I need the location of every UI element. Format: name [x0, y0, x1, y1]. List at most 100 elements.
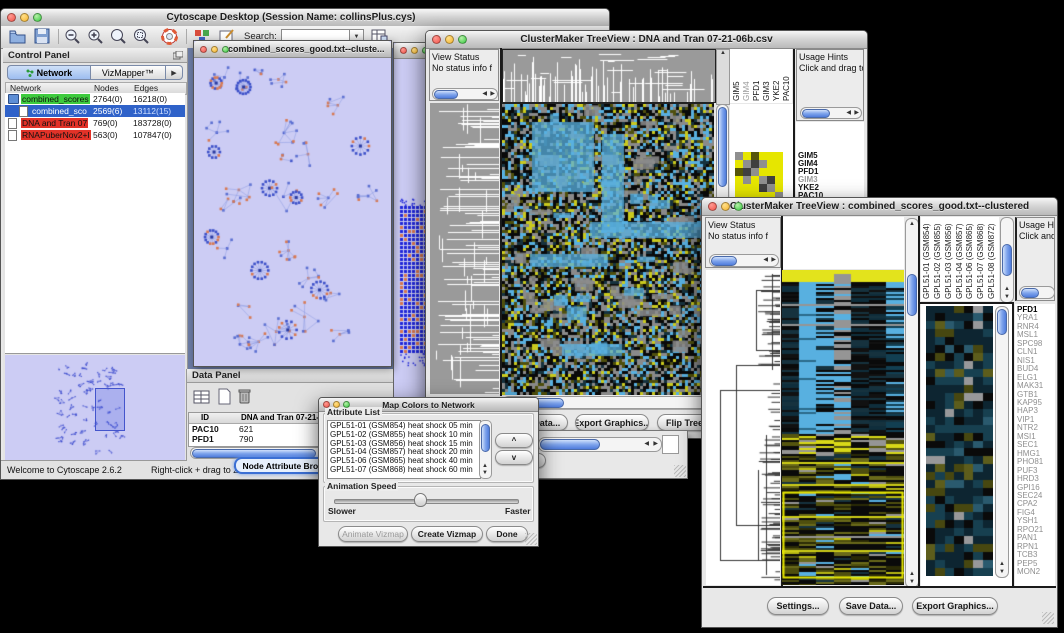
window-controls[interactable] [200, 46, 229, 53]
gene-label[interactable]: MON2 [1017, 568, 1043, 576]
tv2-col-label[interactable]: GPL51-02 (GSM855) [933, 219, 944, 299]
minimize-icon[interactable] [20, 13, 29, 22]
attribute-item[interactable]: GPL51-07 (GSM868) heat shock 60 min [330, 466, 480, 475]
tv2-usage-hscrollbar[interactable] [1019, 286, 1055, 299]
table-mode-icon[interactable] [193, 389, 211, 405]
close-icon[interactable] [200, 46, 207, 53]
similarity-matrix[interactable] [735, 152, 783, 200]
animate-vizmap-button[interactable]: Animate Vizmap [338, 526, 408, 542]
move-up-button[interactable]: ^ [495, 433, 533, 448]
network2-hscrollbar[interactable]: ◀▶ [538, 437, 662, 452]
network-list-row[interactable]: DNA and Tran 07 769(0) 183728(0) [5, 117, 185, 129]
tv1-col-label[interactable]: YKE2 [772, 53, 781, 101]
col-network[interactable]: Network [10, 83, 41, 93]
tv1-column-dendrogram[interactable] [502, 49, 716, 103]
tv1-col-label[interactable]: GIM3 [762, 53, 771, 101]
tv2-col-label[interactable]: GPL51-01 (GSM854) [922, 219, 933, 299]
attr-col-id[interactable]: ID [201, 413, 209, 422]
attribute-row[interactable]: PAC10 621 [189, 424, 325, 434]
col-edges[interactable]: Edges [134, 83, 158, 93]
zoom-window-icon[interactable] [222, 46, 229, 53]
zoom-window-icon[interactable] [734, 202, 743, 211]
attribute-list-vscrollbar[interactable]: ▲▼ [479, 420, 492, 479]
tv2-col-label[interactable]: GPL51-06 (GSM865) [965, 219, 976, 299]
network-list-row[interactable]: combined_sco 2569(6) 13112(15) [5, 105, 185, 117]
done-button[interactable]: Done [486, 526, 528, 542]
zoom-window-icon[interactable] [33, 13, 42, 22]
zoom-window-icon[interactable] [458, 35, 467, 44]
close-icon[interactable] [708, 202, 717, 211]
create-vizmap-button[interactable]: Create Vizmap [411, 526, 483, 542]
attribute-item[interactable]: GPL51-04 (GSM857) heat shock 20 min [330, 448, 480, 457]
tv2-labels-vscrollbar[interactable]: ▲▼ [1000, 217, 1014, 303]
tv2-col-label[interactable]: GPL51-03 (GSM856) [944, 219, 955, 299]
speed-slider-thumb[interactable] [414, 493, 427, 507]
float-panel-icon[interactable] [173, 51, 183, 60]
tv2-status-hscrollbar[interactable]: ◀▶ [709, 254, 779, 267]
delete-attribute-icon[interactable] [237, 387, 252, 405]
close-icon[interactable] [400, 47, 407, 54]
save-icon[interactable] [34, 28, 50, 44]
close-icon[interactable] [7, 13, 16, 22]
minimize-icon[interactable] [211, 46, 218, 53]
minimize-icon[interactable] [411, 47, 418, 54]
birdseye-viewport[interactable] [95, 388, 125, 431]
settings-button[interactable]: Settings... [767, 597, 829, 615]
network1-canvas[interactable] [194, 57, 389, 364]
tv1-col-label[interactable]: PFD1 [752, 53, 761, 101]
zoom-fit-icon[interactable] [110, 28, 127, 45]
resize-grip[interactable] [525, 533, 537, 545]
window-controls[interactable] [7, 13, 42, 22]
zoom-selected-icon[interactable] [133, 28, 150, 45]
attribute-row[interactable]: PFD1 790 [189, 434, 325, 444]
zoom-in-icon[interactable] [87, 28, 104, 45]
open-file-icon[interactable] [9, 29, 26, 44]
tv1-usage-hscrollbar[interactable]: ◀▶ [800, 107, 862, 119]
tab-vizmapper[interactable]: VizMapper™ [91, 65, 166, 80]
attribute-item[interactable]: GPL51-03 (GSM856) heat shock 15 min [330, 440, 480, 449]
tv1-row-dendrogram[interactable] [430, 103, 499, 394]
minimize-icon[interactable] [445, 35, 454, 44]
zoom-out-icon[interactable] [64, 28, 81, 45]
close-icon[interactable] [323, 401, 330, 408]
new-attribute-icon[interactable] [217, 388, 232, 405]
network-list-row[interactable]: combined_scores 2764(0) 16218(0) [5, 93, 185, 105]
tv2-heatmap-canvas[interactable] [782, 270, 904, 585]
tv2-zoom-heatmap-canvas[interactable] [926, 306, 993, 576]
resize-grip[interactable] [1042, 612, 1054, 624]
tv1-col-label[interactable]: GIM4 [742, 53, 751, 101]
treeview2-title-bar[interactable]: ClusterMaker TreeView : combined_scores_… [702, 198, 1057, 216]
tv1-col-label[interactable]: PAC10 [782, 53, 790, 101]
treeview1-title-bar[interactable]: ClusterMaker TreeView : DNA and Tran 07-… [426, 31, 867, 49]
window-controls[interactable] [432, 35, 467, 44]
zoom-window-icon[interactable] [343, 401, 350, 408]
minimize-icon[interactable] [333, 401, 340, 408]
tab-network[interactable]: Network [7, 65, 91, 80]
close-icon[interactable] [432, 35, 441, 44]
tab-overflow-button[interactable]: ▶ [166, 65, 183, 80]
move-down-button[interactable]: v [495, 450, 533, 465]
attribute-item[interactable]: GPL51-02 (GSM855) heat shock 10 min [330, 431, 480, 440]
tv2-heatmap-vscrollbar[interactable]: ▲ ▲▼ [905, 218, 919, 588]
tv1-status-hscrollbar[interactable]: ◀▶ [432, 88, 498, 100]
col-nodes[interactable]: Nodes [94, 83, 119, 93]
help-lifering-icon[interactable] [161, 28, 178, 45]
birdseye-panel[interactable] [5, 355, 185, 465]
tv2-col-label[interactable]: GPL51-07 (GSM868) [976, 219, 987, 299]
tv1-col-label[interactable]: GIM5 [732, 53, 741, 101]
attribute-item[interactable]: GPL51-06 (GSM865) heat shock 40 min [330, 457, 480, 466]
tv2-zoom-vscrollbar[interactable]: ▲▼ [995, 306, 1009, 578]
attribute-item[interactable]: GPL51-01 (GSM854) heat shock 05 min [330, 422, 480, 431]
minimize-icon[interactable] [721, 202, 730, 211]
main-title-bar[interactable]: Cytoscape Desktop (Session Name: collins… [1, 9, 609, 27]
window-controls[interactable] [708, 202, 743, 211]
export-graphics-button[interactable]: Export Graphics... [575, 414, 649, 431]
window-controls[interactable] [323, 401, 350, 408]
tv2-col-label[interactable]: GPL51-08 (GSM872) [987, 219, 998, 299]
resize-grip[interactable] [674, 465, 686, 477]
attribute-listbox[interactable]: GPL51-01 (GSM854) heat shock 05 minGPL51… [327, 420, 481, 479]
tv2-row-dendrogram[interactable] [706, 270, 780, 585]
save-data-button[interactable]: Save Data... [839, 597, 903, 615]
tv2-col-label[interactable]: GPL51-04 (GSM857) [955, 219, 966, 299]
tv1-heatmap-canvas[interactable] [502, 103, 714, 395]
